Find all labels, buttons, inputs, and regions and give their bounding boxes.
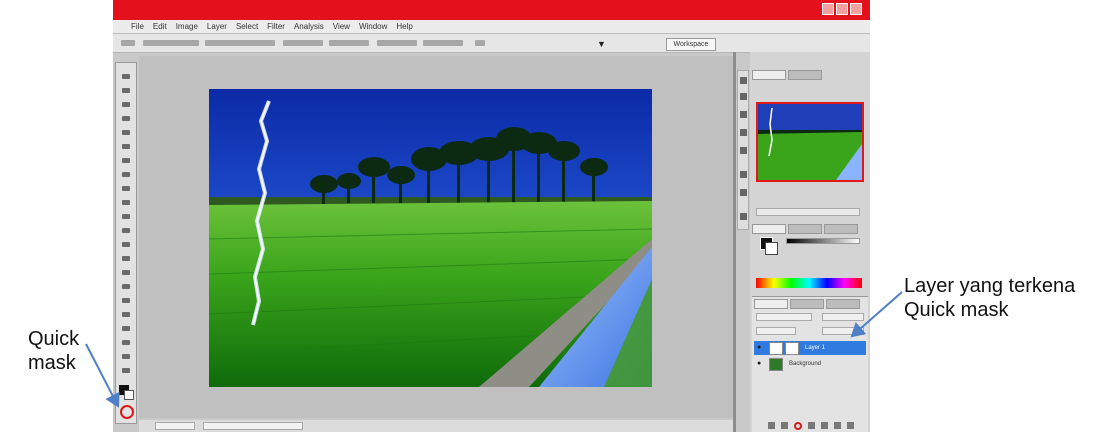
- arrow-to-quick-mask: [85, 343, 120, 408]
- arrow-to-layer: [850, 291, 903, 338]
- annotation-arrows: [85, 291, 903, 408]
